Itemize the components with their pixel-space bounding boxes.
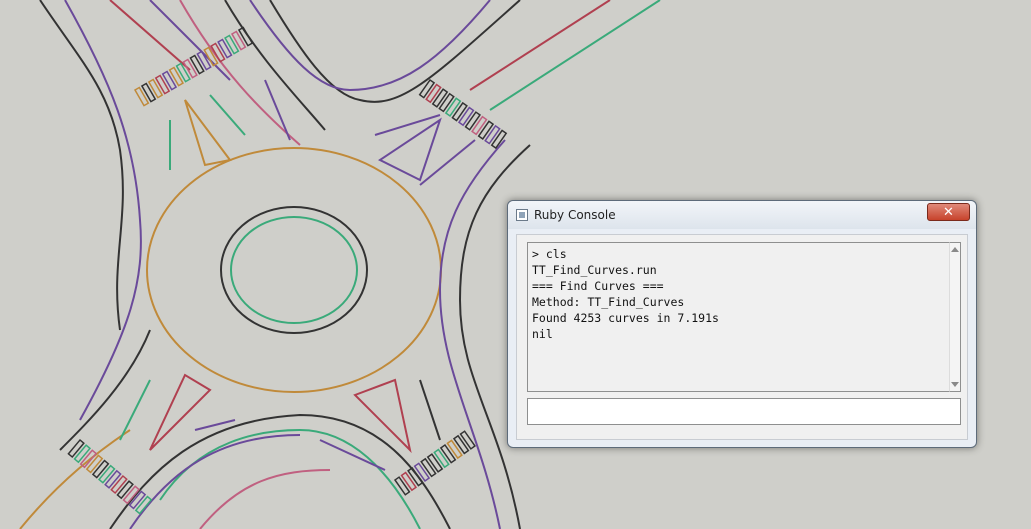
output-line: nil [532,327,553,341]
road-edge-nw-purple [64,0,142,421]
road-s-inner [159,428,421,529]
arrow-3 [264,79,291,141]
output-line: === Find Curves === [532,279,664,293]
arrow-2 [209,94,246,136]
console-output[interactable]: > cls TT_Find_Curves.run === Find Curves… [527,242,949,392]
road-ne-edge-2 [249,0,491,92]
center-island-outer [220,206,368,334]
ruby-console-icon [516,209,528,221]
splitter-island-se [353,378,412,454]
splitter-island-ne [378,117,442,182]
arrow-5 [419,139,476,186]
road-nw-lane-4 [224,0,326,131]
road-s-lane-2 [199,469,331,529]
road-sw-edge [59,329,151,451]
crosswalk-ne [418,78,508,150]
output-line: Method: TT_Find_Curves [532,295,685,309]
road-edge-nw-outer [39,0,124,331]
title-bar[interactable]: Ruby Console ✕ [508,201,976,229]
road-ne-edge-4 [438,139,506,529]
arrow-6 [119,379,151,441]
road-s-edge [109,413,451,529]
crosswalk-nw [133,26,254,107]
output-line: TT_Find_Curves.run [532,263,657,277]
crosswalk-sw [67,438,153,515]
arrow-4 [374,114,441,136]
arrow-8 [319,439,386,471]
close-button[interactable]: ✕ [927,203,970,221]
road-ne-edge-1 [269,0,521,103]
road-ne-lane-2 [489,0,661,111]
arrow-9 [419,379,441,441]
scroll-up-icon[interactable] [951,247,959,252]
road-nw-lane-1 [109,0,191,71]
splitter-island-sw [149,373,212,451]
output-line: Found 4253 curves in 7.191s [532,311,719,325]
circulatory-ring [146,147,442,393]
road-nw-lane-2 [149,0,231,81]
ruby-console-window[interactable]: Ruby Console ✕ > cls TT_Find_Curves.run … [507,200,977,448]
output-line: > cls [532,247,567,261]
console-body: > cls TT_Find_Curves.run === Find Curves… [516,234,968,440]
output-scrollbar[interactable] [949,242,961,392]
close-icon: ✕ [943,204,954,220]
scroll-down-icon[interactable] [951,382,959,387]
command-input[interactable] [527,398,961,425]
center-island-inner [230,216,358,324]
window-title: Ruby Console [534,208,616,222]
